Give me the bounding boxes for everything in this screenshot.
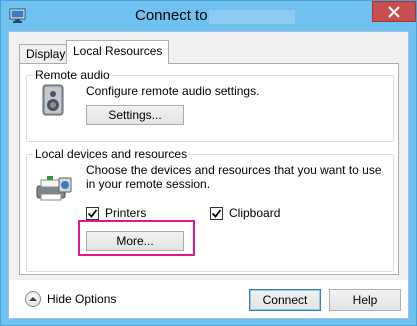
help-button[interactable]: Help xyxy=(329,289,401,311)
clipboard-label: Clipboard xyxy=(229,206,281,220)
title-bar[interactable]: Connect to xyxy=(1,1,416,31)
printers-label: Printers xyxy=(105,206,147,220)
checkmark-icon xyxy=(211,208,222,218)
window-title: Connect to xyxy=(135,7,208,24)
hide-options-toggle[interactable]: Hide Options xyxy=(25,291,116,307)
remote-desktop-app-icon xyxy=(9,8,26,24)
settings-button[interactable]: Settings... xyxy=(86,105,184,125)
local-devices-legend: Local devices and resources xyxy=(33,147,190,161)
tab-local-resources[interactable]: Local Resources xyxy=(66,40,170,64)
close-button[interactable] xyxy=(372,1,416,22)
speaker-icon xyxy=(38,84,68,116)
local-resources-panel: Remote audio Configure remote audio sett… xyxy=(19,63,399,275)
more-button[interactable]: More... xyxy=(86,231,184,251)
devices-icon xyxy=(35,174,73,204)
close-icon xyxy=(388,5,400,18)
clipboard-option[interactable]: Clipboard xyxy=(210,206,280,220)
clipboard-checkbox[interactable] xyxy=(210,206,223,220)
connect-button[interactable]: Connect xyxy=(249,289,321,311)
local-devices-description: Choose the devices and resources that yo… xyxy=(86,163,382,191)
remote-audio-legend: Remote audio xyxy=(33,68,112,82)
chevron-up-icon[interactable] xyxy=(25,291,41,307)
remote-audio-group: Remote audio Configure remote audio sett… xyxy=(26,68,394,142)
remote-audio-description: Configure remote audio settings. xyxy=(86,84,260,98)
connect-dialog-window: Connect to Display Local Resources Remot… xyxy=(0,0,417,326)
checkmark-icon xyxy=(87,208,98,218)
local-devices-group: Local devices and resources Choose the d… xyxy=(26,147,394,272)
redacted-computer-name xyxy=(209,10,295,24)
dialog-client-area: Display Local Resources Remote audio Con… xyxy=(8,31,409,319)
printers-option[interactable]: Printers xyxy=(86,206,146,220)
hide-options-label[interactable]: Hide Options xyxy=(47,292,116,306)
tab-display[interactable]: Display xyxy=(19,44,73,63)
tab-panel-area: Display Local Resources Remote audio Con… xyxy=(9,32,408,280)
printers-checkbox[interactable] xyxy=(86,206,99,220)
